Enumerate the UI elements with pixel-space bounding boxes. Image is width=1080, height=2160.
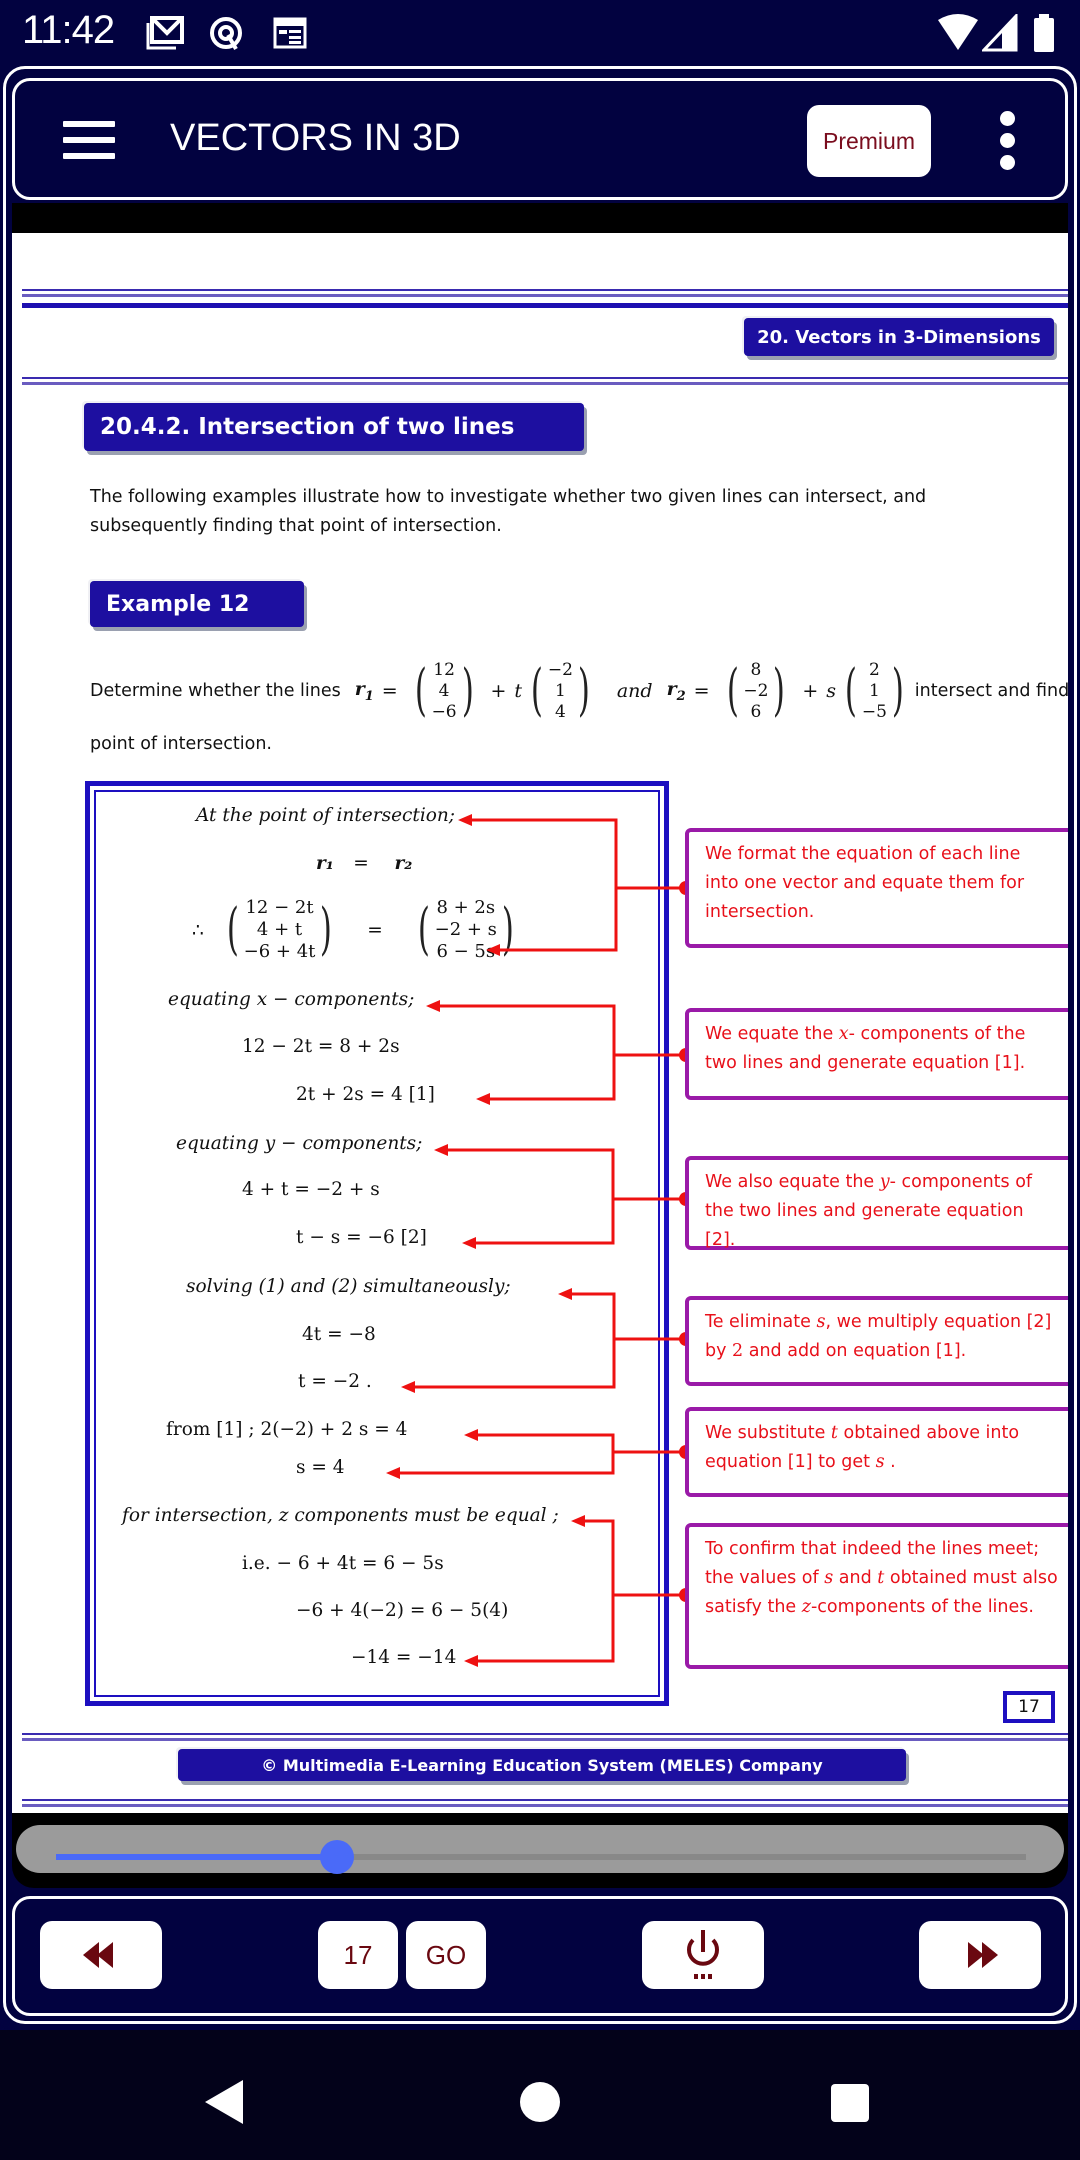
note-y-components: We also equate the y- components of the … bbox=[685, 1156, 1068, 1250]
intro-paragraph: The following examples illustrate how to… bbox=[90, 487, 927, 536]
header-rule bbox=[22, 289, 1068, 308]
z-equation-1: i.e. − 6 + 4t = 6 − 5s bbox=[242, 1553, 444, 1574]
y-components-heading: equating y − components; bbox=[176, 1133, 423, 1154]
equals-sign: = bbox=[381, 680, 398, 702]
r2-direction-vector: ( 2 1 −5 ) bbox=[844, 658, 904, 723]
page-number: 17 bbox=[1003, 1691, 1055, 1723]
rewind-icon bbox=[83, 1942, 113, 1968]
y-equation-1: 4 + t = −2 + s bbox=[242, 1179, 380, 1200]
solve-heading: solving (1) and (2) simultaneously; bbox=[186, 1276, 511, 1297]
plus-sign: + bbox=[490, 680, 507, 702]
slider-progress bbox=[56, 1854, 338, 1860]
wifi-icon bbox=[938, 14, 978, 50]
power-button[interactable] bbox=[642, 1921, 764, 1989]
note-substitute-t: We substitute t obtained above into equa… bbox=[685, 1407, 1068, 1497]
go-button[interactable]: GO bbox=[406, 1921, 486, 1989]
app-q-icon bbox=[210, 17, 242, 50]
question-text: Determine whether the lines r1 = ( 12 4 … bbox=[90, 653, 1068, 759]
next-page-button[interactable] bbox=[919, 1921, 1041, 1989]
r1-direction-vector: ( −2 1 4 ) bbox=[530, 658, 590, 723]
footer-rule-bottom bbox=[22, 1799, 1068, 1807]
back-icon[interactable] bbox=[205, 2080, 243, 2124]
equals-sign: = bbox=[693, 680, 710, 702]
example-label: Example 12 bbox=[90, 581, 304, 627]
y-equation-2: t − s = −6 [2] bbox=[296, 1227, 427, 1248]
status-time: 11:42 bbox=[22, 8, 115, 52]
hamburger-menu-icon[interactable] bbox=[63, 121, 115, 161]
plus-sign: + bbox=[802, 680, 819, 702]
r2-point-vector: ( 8 −2 6 ) bbox=[726, 658, 786, 723]
app-title: VECTORS IN 3D bbox=[170, 117, 461, 159]
r1-symbol: r1 bbox=[354, 678, 374, 704]
document-page[interactable]: 20. Vectors in 3-Dimensions 20.4.2. Inte… bbox=[12, 233, 1068, 1813]
copyright-footer: © Multimedia E-Learning Education System… bbox=[178, 1749, 906, 1781]
z-equation-2: −6 + 4(−2) = 6 − 5(4) bbox=[296, 1600, 509, 1621]
vector-equation: ∴ ( 12 − 2t 4 + t −6 + 4t ) = ( 8 + 2s −… bbox=[192, 897, 523, 963]
page-slider-container bbox=[12, 1813, 1068, 1888]
status-bar: 11:42 bbox=[0, 0, 1080, 66]
rhs-vector: ( 8 + 2s −2 + s 6 − 5s ) bbox=[417, 897, 514, 962]
question-tail: intersect and find this bbox=[914, 681, 1068, 701]
bottom-navigation: 17 GO bbox=[12, 1896, 1068, 2016]
r1-point-vector: ( 12 4 −6 ) bbox=[414, 658, 474, 723]
param-t: t bbox=[514, 680, 523, 702]
page-number-input[interactable]: 17 bbox=[318, 1921, 398, 1989]
x-components-heading: equating x − components; bbox=[168, 989, 415, 1010]
footer-rule-top bbox=[22, 1733, 1068, 1741]
note-x-components: We equate the x- components of the two l… bbox=[685, 1008, 1068, 1100]
section-title: 20.4.2. Intersection of two lines bbox=[84, 403, 584, 451]
r2-symbol: r2 bbox=[666, 678, 686, 704]
and-word: and bbox=[616, 680, 653, 702]
premium-button[interactable]: Premium bbox=[807, 105, 931, 177]
home-icon[interactable] bbox=[520, 2082, 560, 2122]
battery-icon bbox=[1034, 14, 1054, 52]
calendar-icon bbox=[273, 17, 307, 49]
gmail-icon bbox=[146, 16, 184, 50]
recent-apps-icon[interactable] bbox=[831, 2084, 869, 2122]
z-equation-3: −14 = −14 bbox=[351, 1647, 457, 1668]
x-equation-2: 2t + 2s = 4 [1] bbox=[296, 1084, 435, 1105]
toolbar-divider bbox=[12, 203, 1068, 233]
z-components-heading: for intersection, z components must be e… bbox=[122, 1505, 559, 1526]
x-equation-1: 12 − 2t = 8 + 2s bbox=[242, 1036, 400, 1057]
page-slider[interactable] bbox=[56, 1840, 1026, 1874]
question-tail-2: point of intersection. bbox=[90, 734, 272, 754]
kebab-menu-icon[interactable] bbox=[997, 111, 1017, 173]
note-confirm-z: To confirm that indeed the lines meet; t… bbox=[685, 1523, 1068, 1669]
lhs-vector: ( 12 − 2t 4 + t −6 + 4t ) bbox=[226, 897, 333, 962]
system-navigation-bar bbox=[0, 2030, 1080, 2160]
power-icon bbox=[687, 1930, 719, 1979]
chapter-label: 20. Vectors in 3-Dimensions bbox=[744, 318, 1054, 356]
solution-intro: At the point of intersection; bbox=[196, 805, 456, 826]
previous-page-button[interactable] bbox=[40, 1921, 162, 1989]
signal-icon bbox=[982, 14, 1018, 52]
note-eliminate-s: Te eliminate s, we multiply equation [2]… bbox=[685, 1296, 1068, 1386]
question-lead: Determine whether the lines bbox=[90, 681, 341, 701]
param-s: s bbox=[826, 680, 837, 702]
section-rule bbox=[22, 377, 1068, 385]
substitute-equation: from [1] ; 2(−2) + 2 s = 4 bbox=[166, 1419, 408, 1440]
note-format-vector: We format the equation of each line into… bbox=[685, 828, 1068, 948]
solve-equation-2: t = −2 . bbox=[298, 1371, 372, 1392]
solve-equation-1: 4t = −8 bbox=[302, 1324, 376, 1345]
s-value: s = 4 bbox=[296, 1457, 345, 1478]
r1-equals-r2: r₁ = r₂ bbox=[316, 853, 413, 874]
fast-forward-icon bbox=[968, 1942, 998, 1968]
app-bar: VECTORS IN 3D Premium bbox=[12, 78, 1068, 200]
